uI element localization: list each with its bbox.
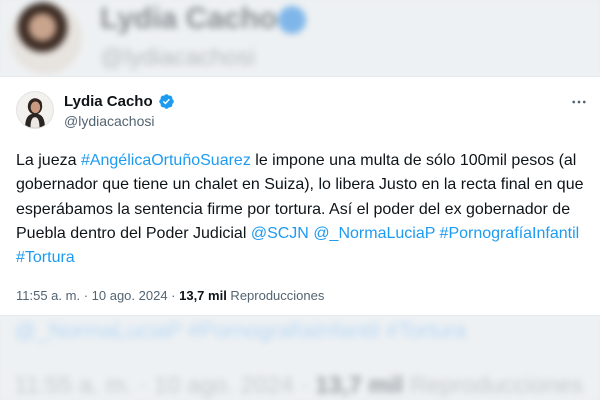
background-views-label: Reproducciones xyxy=(409,372,584,399)
background-meta: 11:55 a. m. · 10 ago. 2024 · 13,7 mil Re… xyxy=(14,372,583,400)
background-author-handle: @lydiacachosi xyxy=(100,44,256,71)
views-count[interactable]: 13,7 mil xyxy=(179,288,227,303)
background-verified-icon xyxy=(278,6,306,34)
background-avatar xyxy=(10,2,82,74)
hashtag-link[interactable]: #AngélicaOrtuñoSuarez xyxy=(81,152,251,169)
meta-separator: · xyxy=(167,288,180,303)
mention-link[interactable]: @_NormaLuciaP xyxy=(313,225,435,242)
background-time: 11:55 a. m. · 10 ago. 2024 · xyxy=(14,372,309,399)
hashtag-link[interactable]: #PornografíaInfantil xyxy=(440,225,580,242)
hashtag-link[interactable]: #Tortura xyxy=(16,249,75,266)
more-options-icon[interactable] xyxy=(568,91,590,113)
avatar-image xyxy=(17,92,53,128)
views-label[interactable]: Reproducciones xyxy=(227,288,324,303)
background-author-name: Lydia Cacho xyxy=(100,2,278,35)
mention-link[interactable]: @SCJN xyxy=(251,225,309,242)
author-handle[interactable]: @lydiacachosi xyxy=(64,113,154,129)
tweet-text-part: La jueza xyxy=(16,152,81,169)
background-tags-line: @_NormaLuciaP #PornografíaInfantil #Tort… xyxy=(14,318,467,343)
author-name[interactable]: Lydia Cacho xyxy=(64,93,153,110)
tweet-meta: 11:55 a. m. · 10 ago. 2024 · 13,7 mil Re… xyxy=(16,288,324,303)
background-views-count: 13,7 mil xyxy=(315,372,404,399)
avatar[interactable] xyxy=(16,91,54,129)
tweet-card: Lydia Cacho @lydiacachosi La jueza #Angé… xyxy=(0,76,600,316)
tweet-time[interactable]: 11:55 a. m. xyxy=(16,288,80,303)
author-name-row[interactable]: Lydia Cacho xyxy=(64,93,175,110)
tweet-date[interactable]: 10 ago. 2024 xyxy=(92,288,168,303)
meta-separator: · xyxy=(80,288,92,303)
tweet-text: La jueza #AngélicaOrtuñoSuarez le impone… xyxy=(16,149,586,270)
verified-badge-icon[interactable] xyxy=(158,93,175,110)
